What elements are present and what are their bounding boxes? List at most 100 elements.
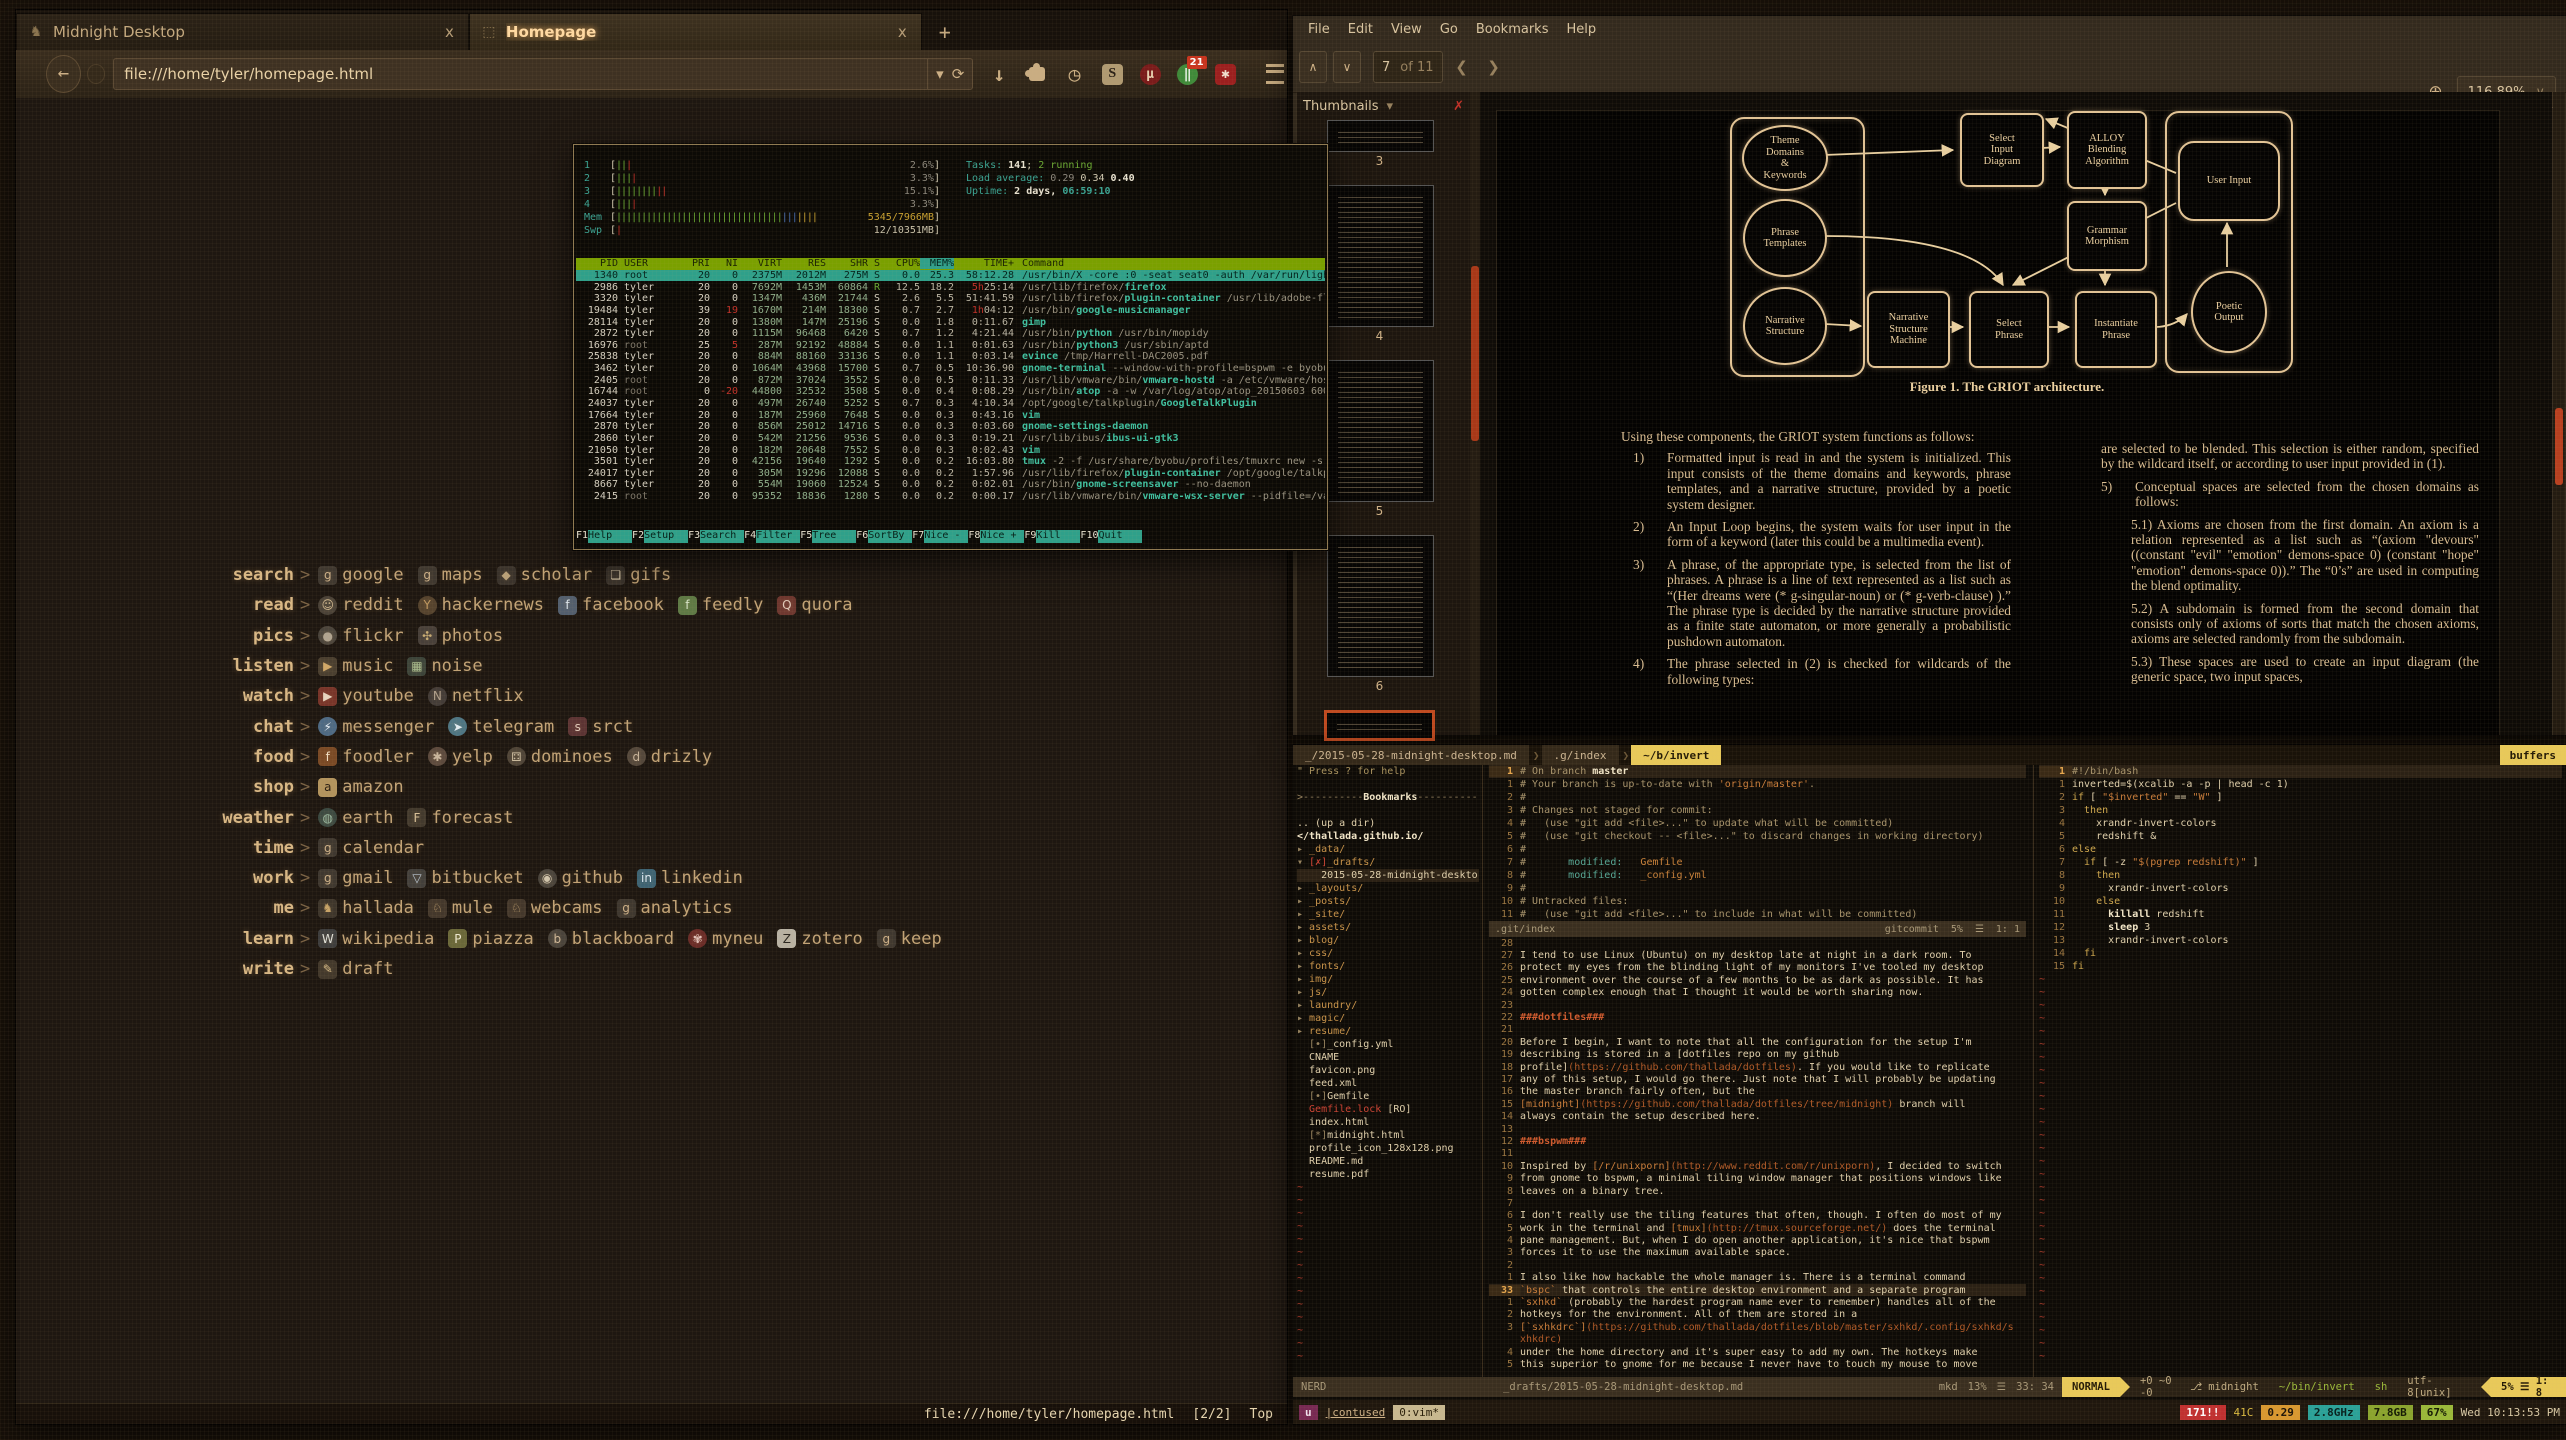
vim-buffer-tab[interactable]: ~/b/invert [1631, 745, 1721, 765]
back-button[interactable]: ← [46, 55, 81, 93]
process-row[interactable]: 2986tyler2007692M1453M60864R12.518.25h25… [576, 281, 1325, 293]
menu-edit[interactable]: Edit [1341, 20, 1380, 39]
process-row[interactable]: 16744root0-2044800325323508S0.00.40:08.2… [576, 386, 1325, 398]
homepage-link-scholar[interactable]: ◆scholar [497, 565, 593, 585]
menu-bookmarks[interactable]: Bookmarks [1469, 20, 1556, 39]
homepage-link-foodler[interactable]: ffoodler [318, 747, 414, 767]
process-row[interactable]: 2415root20095352188361280S0.00.20:00.17/… [576, 491, 1325, 503]
homepage-link-earth[interactable]: ◍earth [318, 808, 393, 828]
forward-button[interactable] [87, 64, 105, 84]
process-row[interactable]: 8667tyler200554M1906012524S0.00.20:02.01… [576, 479, 1325, 491]
process-row[interactable]: 2872tyler2001115M964686420S0.71.24:21.44… [576, 328, 1325, 340]
markdown-git-pane[interactable]: 1# On branch master1# Your branch is up-… [1489, 765, 2026, 1377]
addon-puzzle-icon[interactable] [1025, 61, 1049, 87]
process-row[interactable]: 21050tyler200182M206487552S0.00.30:02.43… [576, 444, 1325, 456]
homepage-link-blackboard[interactable]: bblackboard [548, 929, 674, 949]
homepage-link-facebook[interactable]: ffacebook [558, 595, 664, 615]
homepage-link-reddit[interactable]: ☺reddit [318, 595, 403, 615]
homepage-link-photos[interactable]: ✣photos [418, 626, 503, 646]
homepage-link-calendar[interactable]: gcalendar [318, 838, 424, 858]
homepage-link-webcams[interactable]: ♘webcams [507, 898, 603, 918]
menu-help[interactable]: Help [1559, 20, 1603, 39]
page-thumbnail-selected[interactable] [1324, 710, 1435, 741]
adblock-icon[interactable]: ‖21 [1176, 61, 1200, 87]
homepage-link-draft[interactable]: ✎draft [318, 959, 393, 979]
homepage-link-github[interactable]: ◉github [538, 868, 623, 888]
url-bar[interactable]: file:///home/tyler/homepage.html ▾ ⟳ [113, 58, 973, 90]
homepage-link-flickr[interactable]: ●flickr [318, 626, 403, 646]
fnkey[interactable]: F7 [912, 530, 924, 543]
homepage-link-myneu[interactable]: ✾myneu [688, 929, 763, 949]
page-number-input[interactable]: 7 of 11 [1373, 51, 1443, 83]
homepage-link-hallada[interactable]: ♞hallada [318, 898, 414, 918]
homepage-link-messenger[interactable]: ⚡messenger [318, 717, 434, 737]
tmux-window-label[interactable]: 0:vim* [1393, 1405, 1445, 1420]
sidebar-mode-label[interactable]: Thumbnails [1303, 99, 1379, 114]
homepage-link-srct[interactable]: ssrct [568, 717, 633, 737]
homepage-link-piazza[interactable]: Ppiazza [448, 929, 533, 949]
homepage-link-youtube[interactable]: ▶youtube [318, 686, 414, 706]
tab-close-icon[interactable]: x [441, 23, 458, 41]
invert-script-pane[interactable]: 1#!/bin/bash1inverted=$(xcalib -a -p | h… [2039, 765, 2562, 1377]
homepage-link-quora[interactable]: Qquora [777, 595, 852, 615]
fnkey-label[interactable]: Nice + [980, 530, 1024, 543]
page-thumbnail-5[interactable] [1327, 360, 1434, 502]
homepage-link-google[interactable]: ggoogle [318, 565, 403, 585]
menu-file[interactable]: File [1301, 20, 1337, 39]
homepage-link-yelp[interactable]: ✱yelp [428, 747, 493, 767]
fnkey[interactable]: F5 [800, 530, 812, 543]
fnkey-label[interactable]: Search [700, 530, 744, 543]
document-scrollbar[interactable] [2553, 92, 2565, 735]
tab-homepage[interactable]: ⬚ Homepage x [469, 13, 922, 50]
fnkey[interactable]: F3 [688, 530, 700, 543]
homepage-link-zotero[interactable]: Zzotero [777, 929, 862, 949]
vim-buffer-tab[interactable]: _/2015-05-28-midnight-desktop.md [1293, 745, 1529, 765]
nerdtree-pane[interactable]: " Press ? for help>----------Bookmarks--… [1297, 765, 1479, 1377]
homepage-link-gifs[interactable]: ❏gifs [606, 565, 671, 585]
ublock-icon[interactable]: µ [1138, 61, 1162, 87]
process-row[interactable]: 19484tyler39191670M214M18300S0.72.71h04:… [576, 305, 1325, 317]
menu-view[interactable]: View [1384, 20, 1429, 39]
lastpass-icon[interactable]: ✱ [1214, 61, 1238, 87]
download-icon[interactable]: ↓ [987, 61, 1011, 87]
tab-close-icon[interactable]: x [894, 23, 911, 41]
homepage-link-amazon[interactable]: aamazon [318, 777, 403, 797]
page-thumbnail-6[interactable] [1327, 535, 1434, 677]
page-up-button[interactable]: ∧ [1299, 51, 1327, 83]
menu-hamburger-icon[interactable] [1263, 61, 1287, 87]
fnkey[interactable]: F10 [1080, 530, 1098, 543]
page-down-button[interactable]: ∨ [1333, 51, 1361, 83]
sidebar-close-icon[interactable]: ✗ [1453, 99, 1464, 114]
new-tab-button[interactable]: + [928, 20, 962, 46]
homepage-link-mule[interactable]: ♘mule [428, 898, 493, 918]
page-thumbnail-3[interactable] [1327, 120, 1434, 152]
fnkey-label[interactable]: Filter [756, 530, 800, 543]
process-table-header[interactable]: PIDUSERPRINIVIRTRESSHRSCPU%MEM%TIME+Comm… [576, 258, 1325, 270]
process-row[interactable]: 28114tyler2001380M147M25196S0.01.80:11.6… [576, 316, 1325, 328]
history-clock-icon[interactable]: ◷ [1063, 61, 1087, 87]
process-row[interactable]: 1340root2002375M2012M275MS0.025.358:12.2… [576, 270, 1325, 282]
fnkey[interactable]: F1 [576, 530, 588, 543]
homepage-link-forecast[interactable]: Fforecast [407, 808, 513, 828]
url-text[interactable]: file:///home/tyler/homepage.html [114, 65, 927, 83]
fnkey-label[interactable]: Quit [1098, 530, 1142, 543]
fnkey[interactable]: F2 [632, 530, 644, 543]
fnkey[interactable]: F4 [744, 530, 756, 543]
fnkey-label[interactable]: Kill [1036, 530, 1080, 543]
process-row[interactable]: 2405root200872M370243552S0.00.50:11.33/u… [576, 374, 1325, 386]
process-row[interactable]: 24037tyler200497M267405252S0.70.34:10.34… [576, 398, 1325, 410]
fnkey[interactable]: F8 [968, 530, 980, 543]
process-row[interactable]: 2860tyler200542M212569536S0.00.30:19.21/… [576, 433, 1325, 445]
process-row[interactable]: 24017tyler200305M1929612088S0.00.21:57.9… [576, 468, 1325, 480]
reload-icon[interactable]: ⟳ [952, 65, 965, 83]
sidebar-scrollbar[interactable] [1470, 92, 1480, 735]
homepage-link-noise[interactable]: ▦noise [407, 656, 482, 676]
homepage-link-analytics[interactable]: ganalytics [617, 898, 733, 918]
page-thumbnail-4[interactable] [1327, 185, 1434, 327]
process-row[interactable]: 3462tyler2001064M4396815700S0.70.510:36.… [576, 363, 1325, 375]
homepage-link-dominoes[interactable]: ⚃dominoes [507, 747, 613, 767]
homepage-link-keep[interactable]: gkeep [877, 929, 942, 949]
process-row[interactable]: 25838tyler200884M8816033136S0.01.10:03.1… [576, 351, 1325, 363]
homepage-link-feedly[interactable]: ffeedly [678, 595, 763, 615]
homepage-link-linkedin[interactable]: inlinkedin [637, 868, 743, 888]
